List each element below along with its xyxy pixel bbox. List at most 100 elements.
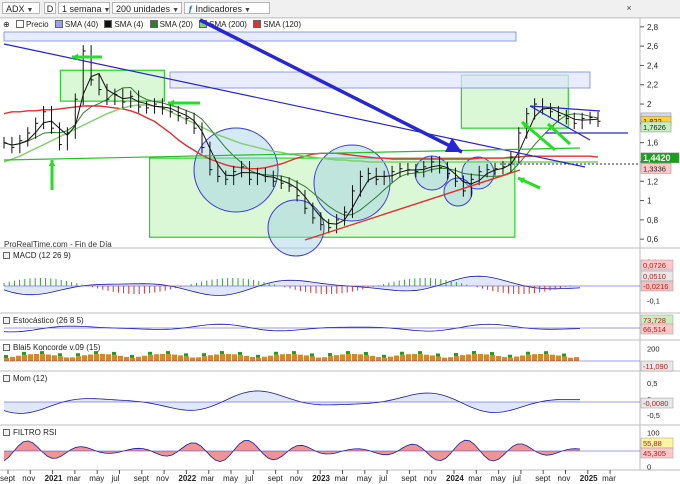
koncorde-bar (184, 356, 189, 361)
koncorde-bar (190, 357, 195, 361)
koncorde-bar (256, 357, 261, 361)
koncorde-bar (64, 357, 69, 361)
koncorde-bar (574, 357, 579, 361)
koncorde-title[interactable]: Blai5 Koncorde v.09 (15) (3, 343, 100, 353)
koncorde-bar (352, 354, 357, 361)
koncorde-bar (418, 351, 422, 355)
koncorde-bar (400, 351, 404, 355)
koncorde-bar (262, 356, 267, 361)
mom-title[interactable]: Mom (12) (3, 374, 47, 384)
koncorde-bar (130, 357, 135, 361)
panel-badge-label: 45,305 (643, 449, 666, 458)
koncorde-bar (364, 351, 368, 355)
koncorde-bar (316, 357, 321, 361)
koncorde-bar (124, 356, 129, 361)
koncorde-bar (448, 357, 453, 361)
koncorde-bar (382, 357, 387, 361)
price-badge-label: 1,3336 (643, 164, 666, 173)
koncorde-bar (400, 354, 405, 361)
koncorde-bar (298, 354, 303, 361)
koncorde-bar (496, 355, 501, 361)
koncorde-bar (178, 355, 183, 361)
x-tick-label: jul (244, 474, 253, 483)
price-tick-label: 2 (647, 100, 652, 109)
koncorde-bar (544, 351, 548, 355)
panel-badge-label: 0,0726 (643, 261, 666, 270)
x-tick-label: mar (201, 474, 215, 483)
koncorde-bar (412, 354, 417, 361)
koncorde-bar (472, 351, 476, 355)
koncorde-bar (340, 354, 345, 361)
price-tick-label: 2,4 (647, 61, 659, 70)
panel-swatch (3, 375, 10, 382)
x-tick-label: nov (22, 474, 35, 483)
panel-badge-label: 55,88 (643, 439, 662, 448)
koncorde-bar (100, 354, 105, 361)
koncorde-bar (244, 355, 249, 361)
x-tick-label: sept (535, 474, 551, 483)
koncorde-bar (286, 354, 291, 361)
panel-swatch (3, 317, 10, 324)
koncorde-bar (538, 354, 543, 361)
koncorde-bar (466, 354, 471, 361)
koncorde-bar (94, 354, 99, 361)
koncorde-bar (34, 354, 39, 361)
panel-swatch (3, 344, 10, 351)
price-tick-label: 2,2 (647, 81, 659, 90)
koncorde-bar (136, 356, 141, 361)
x-tick-label: sept (134, 474, 150, 483)
koncorde-bar (58, 353, 62, 357)
koncorde-bar (280, 354, 285, 361)
x-tick-label: may (223, 474, 238, 483)
stoch-title-text: Estocástico (26 8 5) (13, 316, 84, 325)
koncorde-bar (484, 354, 489, 361)
x-tick-label: nov (424, 474, 437, 483)
koncorde-bar (118, 355, 123, 361)
koncorde-bar (274, 351, 278, 355)
macd-title[interactable]: MACD (12 26 9) (3, 251, 71, 261)
panel-tick-label: -0,5 (647, 411, 660, 420)
source-note: ProRealTime.com - Fin de Día (4, 240, 112, 249)
panel-tick-label: -0,1 (647, 296, 660, 305)
koncorde-bar (436, 353, 440, 357)
stoch-title[interactable]: Estocástico (26 8 5) (3, 316, 84, 326)
koncorde-bar (328, 353, 332, 357)
price-badge-label: 1,7626 (643, 123, 666, 132)
koncorde-bar (184, 353, 188, 357)
koncorde-bar (52, 355, 57, 361)
koncorde-bar (472, 354, 477, 361)
koncorde-bar (172, 354, 177, 361)
koncorde-bar (526, 351, 530, 355)
koncorde-bar (532, 354, 537, 361)
koncorde-bar (382, 354, 386, 358)
koncorde-bar (238, 354, 243, 361)
x-tick-label: 2022 (178, 474, 196, 483)
rsi-title-text: FILTRO RSI (13, 428, 57, 437)
x-tick-label: 2024 (446, 474, 464, 483)
koncorde-bar (82, 355, 87, 361)
koncorde-bar (76, 356, 81, 361)
koncorde-bar (508, 357, 513, 361)
x-tick-label: sept (0, 474, 16, 483)
koncorde-bar (346, 351, 350, 355)
koncorde-bar (256, 354, 260, 358)
koncorde-bar (70, 357, 75, 361)
x-tick-label: mar (67, 474, 81, 483)
x-axis: sept nov 2021 mar may jul sept nov 2022 mar may jul… (0, 470, 616, 483)
x-tick-label: sept (401, 474, 417, 483)
mom-title-text: Mom (12) (13, 374, 48, 383)
koncorde-bar (562, 353, 566, 357)
koncorde-bar (556, 355, 561, 361)
price-tick-label: 2,8 (647, 23, 659, 32)
koncorde-bar (238, 351, 242, 355)
koncorde-bar (112, 351, 116, 355)
price-axis: 2,82,62,42,221,81,61,41,210,80,6 (640, 23, 659, 244)
panel-badge-label: 73,728 (643, 316, 666, 325)
panel-badge-label: 66,514 (643, 325, 666, 334)
koncorde-bar (130, 354, 134, 358)
koncorde-bar (436, 356, 441, 361)
x-tick-label: 2021 (45, 474, 63, 483)
rsi-title[interactable]: FILTRO RSI (3, 428, 56, 438)
panel-tick-label: 0 (647, 462, 651, 471)
koncorde-bar (274, 354, 279, 361)
